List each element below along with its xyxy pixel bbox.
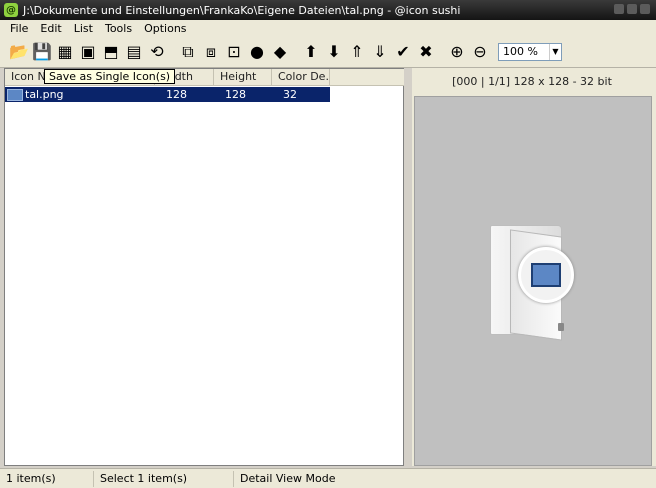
menu-edit[interactable]: Edit <box>34 22 67 35</box>
user-black-icon[interactable]: ● <box>246 41 268 63</box>
column-height[interactable]: Height <box>214 69 272 86</box>
preview-canvas <box>414 96 652 466</box>
zoom-button-group: ⊕ ⊖ <box>446 41 492 63</box>
zoom-select[interactable]: 100 % ▼ <box>498 42 562 61</box>
move-down-icon[interactable]: ⬇ <box>323 41 345 63</box>
refresh-icon[interactable]: ⟲ <box>146 41 168 63</box>
tooltip: Save as Single Icon(s) <box>44 69 176 84</box>
order-button-group: ⬆ ⬇ ⇑ ⇓ ✔ ✖ <box>300 41 438 63</box>
preview-pane: [000 | 1/1] 128 x 128 - 32 bit <box>412 68 656 466</box>
window-title: J:\Dokumente und Einstellungen\FrankaKo\… <box>23 3 461 17</box>
row-name-cell: tal.png <box>5 88 160 101</box>
png-icon[interactable]: ▤ <box>123 41 145 63</box>
status-bar: 1 item(s) Select 1 item(s) Detail View M… <box>0 468 656 488</box>
window-controls <box>614 4 650 14</box>
status-selection: Select 1 item(s) <box>94 470 234 487</box>
menu-list[interactable]: List <box>68 22 99 35</box>
icon-list[interactable]: Icon Na Width Height Color De... tal.png… <box>4 68 405 466</box>
minimize-button[interactable] <box>614 4 624 14</box>
maximize-button[interactable] <box>627 4 637 14</box>
zoom-out-icon[interactable]: ⊖ <box>469 41 491 63</box>
menu-options[interactable]: Options <box>138 22 192 35</box>
close-button[interactable] <box>640 4 650 14</box>
folder-preview-image <box>488 225 574 341</box>
save-icon[interactable]: 💾 <box>31 41 53 63</box>
paste-new-icon[interactable]: ⊡ <box>223 41 245 63</box>
save-as-single-icon[interactable]: ▣ <box>77 41 99 63</box>
status-view-mode: Detail View Mode <box>240 471 336 485</box>
toolbar: 📂 💾 ▦ ▣ ⬒ ▤ ⟲ ⧉ ⧈ ⊡ ● ◆ ⬆ ⬇ ⇑ ⇓ ✔ ✖ ⊕ ⊖ 100 % ▼ <box>0 36 656 68</box>
row-width: 128 <box>166 88 187 101</box>
zoom-in-icon[interactable]: ⊕ <box>446 41 468 63</box>
menu-tools[interactable]: Tools <box>99 22 138 35</box>
copy-icon[interactable]: ⧉ <box>177 41 199 63</box>
edit-button-group: ⧉ ⧈ ⊡ ● ◆ <box>177 41 292 63</box>
image-badge-icon <box>518 247 574 303</box>
preview-info: [000 | 1/1] 128 x 128 - 32 bit <box>452 75 612 88</box>
paste-icon[interactable]: ⧈ <box>200 41 222 63</box>
row-name: tal.png <box>25 88 64 101</box>
status-item-count: 1 item(s) <box>0 470 94 487</box>
row-color-depth: 32 <box>283 88 297 101</box>
check-icon[interactable]: ✔ <box>392 41 414 63</box>
column-color-depth[interactable]: Color De... <box>272 69 330 86</box>
png-file-icon <box>7 88 23 101</box>
row-height: 128 <box>225 88 246 101</box>
open-icon[interactable]: 📂 <box>8 41 30 63</box>
delete-icon[interactable]: ✖ <box>415 41 437 63</box>
pane-splitter[interactable] <box>404 68 412 466</box>
menu-file[interactable]: File <box>4 22 34 35</box>
app-icon[interactable]: @ <box>4 3 18 17</box>
export-icon[interactable]: ⬒ <box>100 41 122 63</box>
move-up-icon[interactable]: ⬆ <box>300 41 322 63</box>
move-bottom-icon[interactable]: ⇓ <box>369 41 391 63</box>
move-top-icon[interactable]: ⇑ <box>346 41 368 63</box>
table-row[interactable]: tal.png 128 128 32 <box>5 87 330 102</box>
zoom-value: 100 % <box>503 45 538 58</box>
menu-bar: File Edit List Tools Options <box>0 20 656 36</box>
title-bar: @ J:\Dokumente und Einstellungen\FrankaK… <box>0 0 656 20</box>
chevron-down-icon[interactable]: ▼ <box>549 43 561 60</box>
file-button-group: 📂 💾 ▦ ▣ ⬒ ▤ ⟲ <box>8 41 169 63</box>
user-green-icon[interactable]: ◆ <box>269 41 291 63</box>
save-all-icon[interactable]: ▦ <box>54 41 76 63</box>
